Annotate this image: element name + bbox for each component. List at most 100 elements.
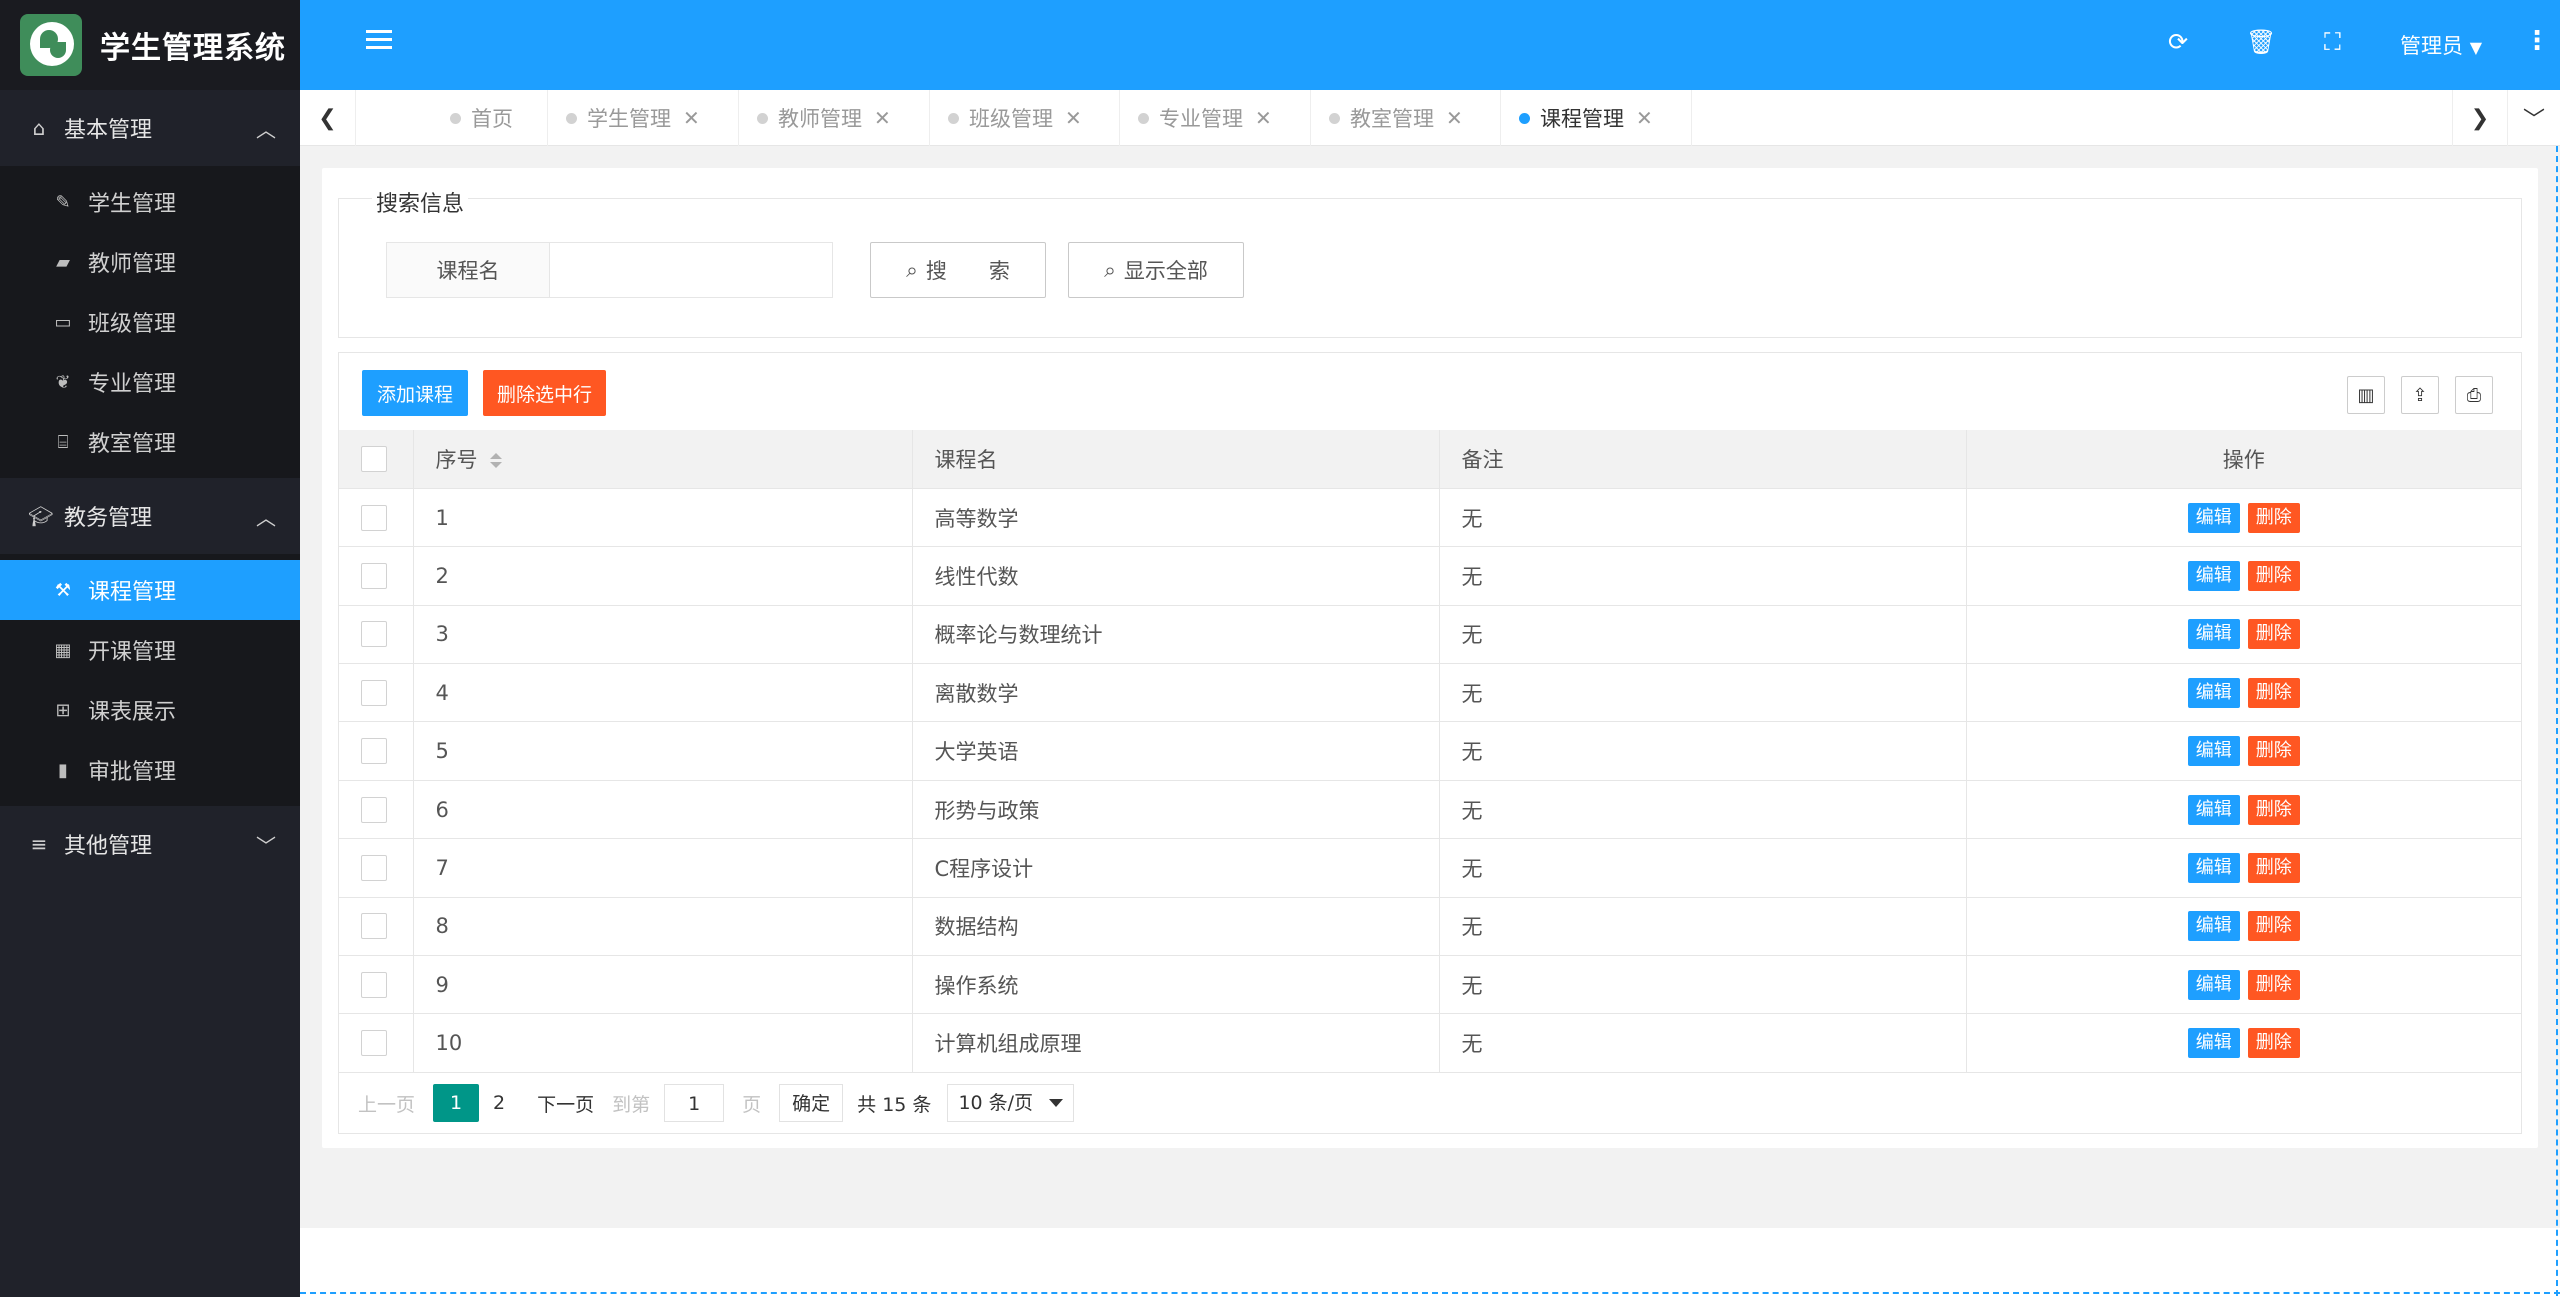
tab-teacher[interactable]: 教师管理 ✕ [739, 90, 930, 146]
sidebar-item-major[interactable]: ❦ 专业管理 [0, 352, 300, 412]
sidebar-item-open-course[interactable]: ▦ 开课管理 [0, 620, 300, 680]
more-vertical-icon[interactable]: ⋮ [2524, 26, 2550, 56]
edit-button[interactable]: 编辑 [2187, 1028, 2240, 1059]
close-icon[interactable]: ✕ [1636, 106, 1653, 130]
row-checkbox[interactable] [361, 913, 387, 940]
row-checkbox[interactable] [361, 854, 387, 881]
menu-group-academic[interactable]: 🎓︎ 教务管理 ︿ [0, 478, 300, 554]
delete-button[interactable]: 删除 [2247, 502, 2300, 533]
edit-button[interactable]: 编辑 [2187, 677, 2240, 708]
window-icon: ▭ [54, 311, 72, 333]
pager-size-select[interactable]: 10 条/页 [947, 1084, 1075, 1122]
edit-button[interactable]: 编辑 [2187, 560, 2240, 591]
refresh-icon[interactable]: ⟳ [2168, 28, 2188, 56]
pager-next[interactable]: 下一页 [537, 1090, 594, 1117]
course-name-input[interactable] [549, 242, 833, 298]
tab-label: 班级管理 [969, 107, 1053, 131]
sidebar-item-course[interactable]: ⚒ 课程管理 [0, 560, 300, 620]
delete-button[interactable]: 删除 [2247, 677, 2300, 708]
cell-note: 无 [1438, 780, 1966, 840]
tabs-bar: ❮ 首页 学生管理 ✕ 教师管理 ✕ 班级管理 ✕ 专业管理 ✕ 教室管理 ✕ … [300, 90, 2560, 146]
search-legend: 搜索信息 [372, 186, 469, 218]
pager-page-2[interactable]: 2 [493, 1092, 505, 1114]
tab-home[interactable]: 首页 [358, 90, 548, 146]
pager-size-value: 10 条/页 [958, 1092, 1034, 1114]
tab-classroom[interactable]: 教室管理 ✕ [1311, 90, 1501, 146]
sidebar-item-approval[interactable]: ▮ 审批管理 [0, 740, 300, 800]
dashed-guide-bottom [300, 1292, 2560, 1294]
menu-group-basic[interactable]: ⌂ 基本管理 ︿ [0, 90, 300, 166]
pager-current-page[interactable]: 1 [433, 1084, 480, 1122]
delete-button[interactable]: 删除 [2247, 619, 2300, 650]
close-icon[interactable]: ✕ [683, 106, 700, 130]
cell-note: 无 [1438, 897, 1966, 957]
export-icon[interactable]: ⇪ [2401, 376, 2439, 414]
columns-icon[interactable]: ▥ [2347, 376, 2385, 414]
tab-major[interactable]: 专业管理 ✕ [1120, 90, 1311, 146]
trash-icon[interactable]: 🗑︎ [2246, 28, 2276, 56]
tabs-menu-chevron-down-icon[interactable]: ﹀ [2506, 90, 2560, 146]
fullscreen-icon[interactable]: ⛶ [2324, 28, 2341, 56]
pager-goto-input[interactable]: 1 [664, 1084, 725, 1122]
sidebar-item-student[interactable]: ✎ 学生管理 [0, 172, 300, 232]
cell-actions: 编辑 删除 [1965, 897, 2521, 957]
delete-selected-button[interactable]: 删除选中行 [483, 370, 606, 416]
row-checkbox[interactable] [361, 971, 387, 998]
tab-class[interactable]: 班级管理 ✕ [930, 90, 1120, 146]
edit-button[interactable]: 编辑 [2187, 794, 2240, 825]
edit-button[interactable]: 编辑 [2187, 911, 2240, 942]
sidebar-item-teacher[interactable]: ▰ 教师管理 [0, 232, 300, 292]
row-checkbox[interactable] [361, 796, 387, 823]
delete-button[interactable]: 删除 [2247, 969, 2300, 1000]
delete-button[interactable]: 删除 [2247, 852, 2300, 883]
pager-confirm-button[interactable]: 确定 [779, 1084, 844, 1122]
tab-student[interactable]: 学生管理 ✕ [548, 90, 739, 146]
tab-label: 学生管理 [587, 107, 671, 131]
edit-button[interactable]: 编辑 [2187, 502, 2240, 533]
menu-toggle-icon[interactable] [366, 30, 392, 60]
delete-button[interactable]: 删除 [2247, 911, 2300, 942]
sidebar-item-timetable[interactable]: ⊞ 课表展示 [0, 680, 300, 740]
caret-down-icon: ▼ [2469, 38, 2482, 57]
search-button[interactable]: ⌕ 搜 索 [870, 242, 1046, 298]
row-checkbox[interactable] [361, 504, 387, 531]
select-all-checkbox[interactable] [361, 445, 387, 472]
sidebar-item-label: 教师管理 [88, 252, 177, 277]
close-icon[interactable]: ✕ [874, 106, 891, 130]
sidebar-item-label: 专业管理 [88, 372, 177, 397]
pager-prev[interactable]: 上一页 [358, 1090, 415, 1117]
menu-group-label: 基本管理 [64, 118, 153, 143]
cell-course-name: C程序设计 [911, 838, 1439, 898]
delete-button[interactable]: 删除 [2247, 560, 2300, 591]
cell-note: 无 [1438, 721, 1966, 781]
delete-button[interactable]: 删除 [2247, 736, 2300, 767]
row-checkbox[interactable] [361, 621, 387, 648]
close-icon[interactable]: ✕ [1065, 106, 1082, 130]
sort-icon[interactable] [489, 453, 502, 469]
edit-button[interactable]: 编辑 [2187, 736, 2240, 767]
tab-dot [1329, 112, 1340, 124]
delete-button[interactable]: 删除 [2247, 1028, 2300, 1059]
tabs-prev-icon[interactable]: ❮ [300, 90, 356, 146]
row-checkbox[interactable] [361, 738, 387, 765]
sidebar-item-classroom[interactable]: ⌸ 教室管理 [0, 412, 300, 472]
column-header-id[interactable]: 序号 [412, 430, 912, 489]
menu-group-other[interactable]: ≡ 其他管理 ﹀ [0, 806, 300, 882]
tabs-next-icon[interactable]: ❯ [2452, 90, 2508, 146]
close-icon[interactable]: ✕ [1255, 106, 1272, 130]
close-icon[interactable]: ✕ [1446, 106, 1463, 130]
row-checkbox[interactable] [361, 562, 387, 589]
sidebar-item-class[interactable]: ▭ 班级管理 [0, 292, 300, 352]
row-checkbox[interactable] [361, 1030, 387, 1057]
edit-button[interactable]: 编辑 [2187, 619, 2240, 650]
delete-button[interactable]: 删除 [2247, 794, 2300, 825]
row-checkbox[interactable] [361, 679, 387, 706]
edit-button[interactable]: 编辑 [2187, 969, 2240, 1000]
show-all-button[interactable]: ⌕ 显示全部 [1068, 242, 1244, 298]
user-menu[interactable]: 管理员 ▼ [2400, 30, 2482, 60]
tab-course[interactable]: 课程管理 ✕ [1501, 90, 1692, 146]
edit-button[interactable]: 编辑 [2187, 852, 2240, 883]
add-course-button[interactable]: 添加课程 [362, 370, 468, 416]
pager-goto-suffix: 页 [742, 1093, 762, 1116]
print-icon[interactable]: ⎙ [2455, 376, 2493, 414]
